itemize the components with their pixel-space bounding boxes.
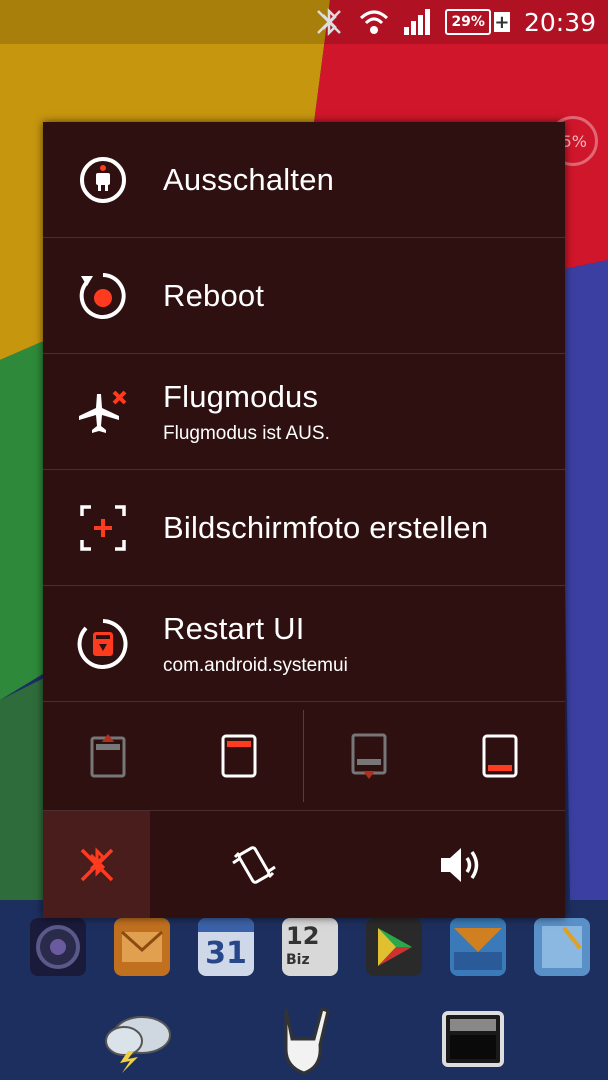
home-dock [0, 1000, 608, 1080]
menu-item-title: Flugmodus [163, 378, 319, 414]
battery-icon: 29% + [445, 9, 510, 35]
menu-item-screenshot[interactable]: Bildschirmfoto erstellen [43, 470, 565, 586]
status-bar: 29% + 20:39 [0, 0, 608, 44]
menu-item-subtitle: Flugmodus ist AUS. [163, 422, 330, 444]
power-menu-dialog: Ausschalten Reboot Flugmodus Flugmodus i… [43, 122, 565, 918]
power-icon [80, 156, 126, 203]
expanded-desktop-toggles [43, 702, 565, 811]
sound-mode-vibrate[interactable] [150, 811, 358, 918]
sound-mode-selector [43, 811, 565, 918]
app-icon-notes[interactable] [534, 918, 590, 976]
app-icon-camera[interactable] [30, 918, 86, 976]
menu-item-airplane-mode[interactable]: Flugmodus Flugmodus ist AUS. [43, 354, 565, 470]
menu-item-reboot[interactable]: Reboot [43, 238, 565, 354]
menu-item-restart-ui[interactable]: Restart UI com.android.systemui [43, 586, 565, 702]
toggle-expand-bottom[interactable] [304, 733, 435, 779]
app-icon-business-calendar[interactable]: 12 Biz [282, 918, 338, 976]
signal-icon [404, 9, 431, 35]
notes-app-icon [542, 926, 582, 968]
vibrate-icon [231, 845, 276, 884]
screenshot-icon [80, 504, 126, 551]
business-calendar-number: 12 [286, 922, 320, 950]
business-calendar-label: Biz [286, 952, 310, 968]
restart-ui-icon [77, 618, 128, 669]
toggle-divider [303, 710, 304, 802]
expand-top-icon [90, 734, 126, 778]
sound-mode-silent[interactable] [43, 811, 150, 918]
silent-icon [80, 846, 113, 881]
airplane-icon [79, 390, 127, 433]
battery-percent: 29% [445, 9, 491, 35]
menu-item-title: Bildschirmfoto erstellen [163, 509, 489, 545]
menu-item-title: Ausschalten [163, 161, 335, 197]
sound-mode-sound[interactable] [358, 811, 566, 918]
play-store-icon [378, 928, 412, 966]
home-app-row: 31 12 Biz [30, 918, 590, 980]
toggle-screen-bottom[interactable] [435, 734, 566, 778]
battery-charging-plus: + [493, 11, 510, 33]
screen-bottom-icon [482, 734, 518, 778]
toggle-screen-top[interactable] [174, 734, 305, 778]
expand-bottom-icon [351, 733, 387, 779]
app-icon-messenger[interactable] [450, 918, 506, 976]
app-icon-calendar[interactable]: 31 [198, 918, 254, 976]
calendar-day: 31 [205, 936, 247, 971]
messenger-app-icon [454, 928, 502, 970]
rock-hand-icon[interactable] [272, 1005, 336, 1077]
weather-app-icon[interactable] [100, 1005, 176, 1073]
reboot-icon [79, 272, 126, 319]
menu-item-subtitle: com.android.systemui [163, 654, 348, 676]
clock: 20:39 [523, 7, 596, 37]
screen-top-icon [221, 734, 257, 778]
menu-item-title: Reboot [163, 277, 265, 313]
app-icon-mail[interactable] [114, 918, 170, 976]
menu-item-title: Restart UI [163, 610, 305, 646]
menu-item-power-off[interactable]: Ausschalten [43, 122, 565, 238]
mail-app-icon [120, 930, 164, 962]
bluetooth-off-icon [317, 7, 342, 37]
toggle-expand-top[interactable] [43, 734, 174, 778]
music-player-icon[interactable] [440, 1005, 506, 1071]
wifi-icon [360, 10, 389, 34]
app-icon-play-store[interactable] [366, 918, 422, 976]
volume-icon [441, 847, 479, 882]
camera-app-icon [36, 925, 80, 969]
